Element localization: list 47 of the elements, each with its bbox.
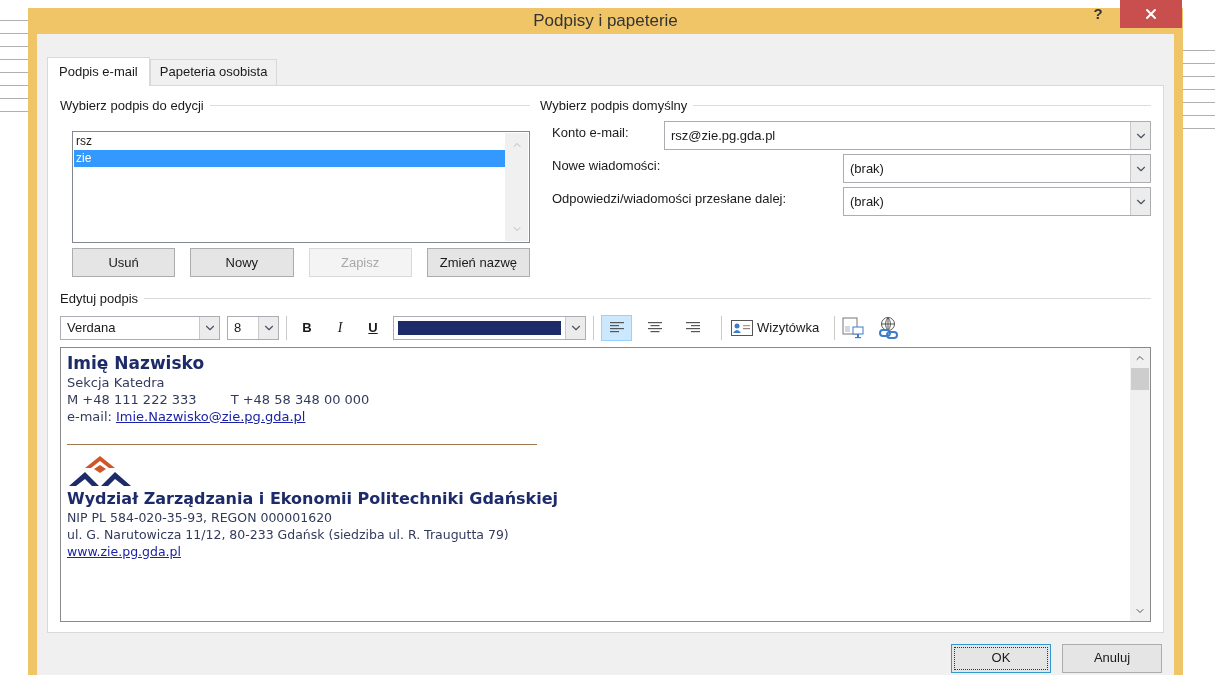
tab[interactable]: Podpis e-mail	[47, 56, 150, 86]
underline-button[interactable]: U	[360, 315, 386, 340]
align-right-icon	[685, 322, 700, 333]
email-link[interactable]: Imie.Nazwisko@zie.pg.gda.pl	[115, 407, 306, 425]
window-title: Podpisy i papeterie	[533, 10, 678, 32]
tab[interactable]: Papeteria osobista	[149, 58, 278, 85]
contact-card-icon	[731, 319, 753, 336]
help-button[interactable]: ?	[1076, 0, 1120, 28]
bold-button[interactable]: B	[294, 315, 320, 340]
email-label: e-mail:	[67, 407, 112, 425]
dropdown-field[interactable]: (brak)	[843, 154, 1151, 183]
align-left-icon	[609, 322, 624, 333]
font-dropdown[interactable]: Verdana	[60, 315, 220, 340]
italic-button[interactable]: I	[327, 315, 353, 340]
phone-text: T +48 58 348 00 000	[230, 390, 370, 408]
group-title: Edytuj podpis	[60, 290, 139, 308]
website-link[interactable]: www.zie.pg.gda.pl	[67, 542, 181, 560]
dialog-button[interactable]: Anuluj	[1062, 643, 1162, 673]
list-action-button[interactable]: Usuń	[72, 248, 176, 277]
organization-name: Wydział Zarządzania i Ekonomii Politechniki Gdańskiej	[67, 487, 559, 509]
dropdown-field[interactable]: (brak)	[843, 187, 1151, 216]
dialog-button[interactable]: OK	[951, 643, 1051, 673]
field-label: Odpowiedzi/wiadomości przesłane dalej:	[552, 190, 787, 208]
signature-name: Imię Nazwisko	[67, 351, 206, 374]
font-color-dropdown[interactable]	[393, 315, 586, 340]
signature-text: Sekcja Katedra	[67, 373, 166, 391]
address-text: ul. G. Narutowicza 11/12, 80-233 Gdańsk (siedziba ul. R. Traugutta 79)	[67, 525, 510, 543]
list-action-button[interactable]: Nowy	[190, 248, 294, 277]
logo-icon	[67, 453, 133, 488]
field-label: Nowe wiadomości:	[552, 157, 661, 175]
signature-editor[interactable]	[60, 346, 1151, 622]
dropdown-field[interactable]: rsz@zie.pg.gda.pl	[664, 121, 1151, 150]
size-dropdown[interactable]: 8	[227, 315, 279, 340]
mobile-phone-text: M +48 111 222 333	[67, 390, 197, 408]
insert-picture-icon[interactable]	[842, 316, 865, 339]
field-label: Konto e-mail:	[552, 124, 629, 142]
align-button[interactable]	[601, 314, 632, 341]
group-title: Wybierz podpis do edycji	[60, 96, 204, 115]
close-button[interactable]	[1120, 0, 1182, 28]
list-action-button[interactable]: Zmień nazwę	[426, 248, 530, 277]
close-icon	[1143, 6, 1159, 22]
address-text: NIP PL 584-020-35-93, REGON 000001620	[67, 508, 334, 526]
group-title: Wybierz podpis domyślny	[540, 96, 688, 115]
signature-list-item[interactable]: rsz	[74, 133, 505, 150]
scroll-thumb[interactable]	[1131, 367, 1149, 390]
align-center-icon	[647, 322, 662, 333]
business-card-button[interactable]: Wizytówka	[729, 314, 822, 341]
